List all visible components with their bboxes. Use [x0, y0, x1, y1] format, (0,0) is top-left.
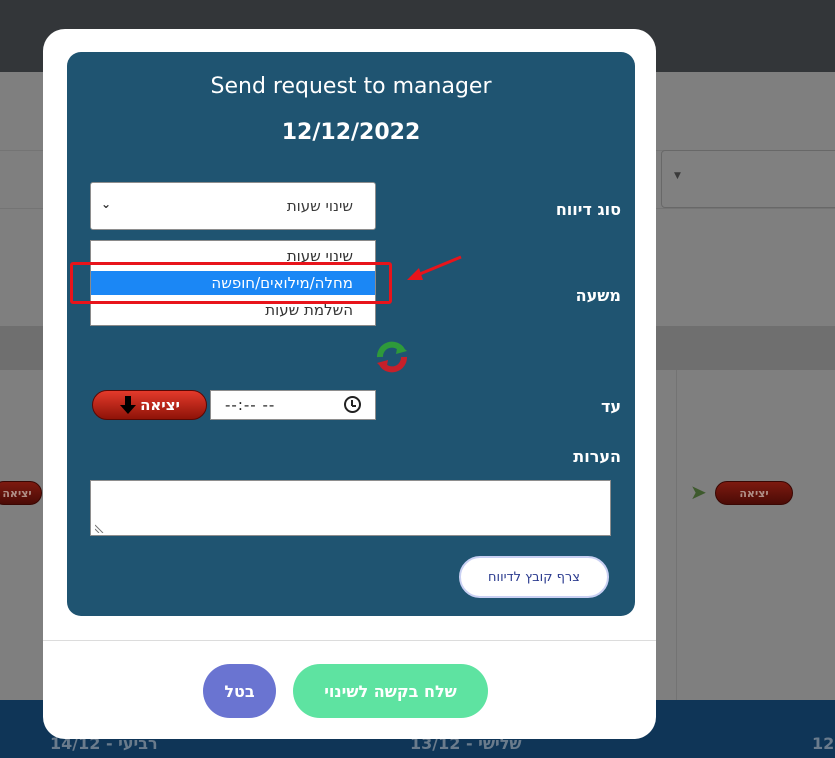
request-form-panel: Send request to manager 12/12/2022 סוג ד…	[67, 52, 635, 616]
request-modal: Send request to manager 12/12/2022 סוג ד…	[43, 29, 656, 739]
cancel-button[interactable]: בטל	[203, 664, 276, 718]
report-type-label: סוג דיווח	[555, 200, 621, 219]
notes-textarea[interactable]	[90, 480, 611, 536]
notes-label: הערות	[573, 447, 621, 466]
annotation-arrow-icon	[407, 255, 462, 280]
send-plane-icon[interactable]: ➤	[690, 480, 707, 504]
modal-footer-divider	[43, 640, 656, 641]
modal-title: Send request to manager	[210, 74, 492, 99]
shift-from-label: משעה	[575, 286, 621, 305]
attach-file-button[interactable]: צרף קובץ לדיווח	[459, 556, 609, 598]
day-label: 12	[812, 734, 835, 753]
report-type-select[interactable]: שינוי שעות ⌄	[90, 182, 376, 230]
column-divider	[676, 370, 677, 700]
resize-handle-icon[interactable]	[95, 523, 105, 533]
clock-icon[interactable]	[344, 396, 361, 413]
send-request-button[interactable]: שלח בקשה לשינוי	[293, 664, 488, 718]
request-date: 12/12/2022	[281, 120, 421, 145]
exit-badge[interactable]: יציאה	[0, 481, 42, 505]
background-filter-select[interactable]: ▼	[661, 150, 835, 208]
time-value: --:-- --	[225, 396, 276, 414]
chevron-down-icon: ⌄	[101, 197, 112, 211]
until-label: עד	[600, 397, 621, 416]
report-type-selected-value: שינוי שעות	[286, 197, 353, 215]
caret-down-icon: ▼	[674, 171, 681, 181]
end-time-input[interactable]: --:-- --	[210, 390, 376, 420]
arrow-down-icon	[119, 395, 137, 415]
exit-button[interactable]: יציאה	[92, 390, 207, 420]
annotation-highlight-box	[70, 262, 392, 304]
refresh-icon[interactable]	[374, 339, 410, 375]
exit-badge[interactable]: יציאה	[715, 481, 793, 505]
